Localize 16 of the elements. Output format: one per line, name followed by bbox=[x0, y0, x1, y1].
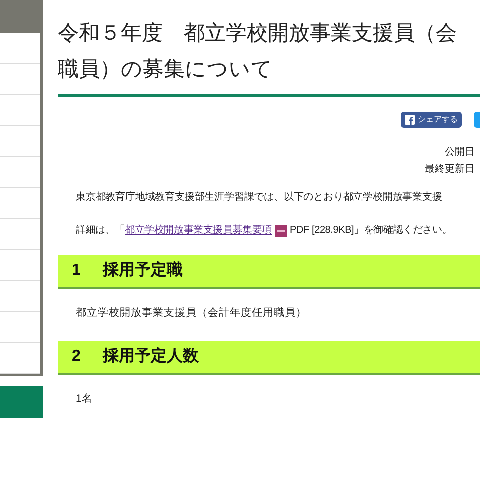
page-title: 令和５年度 都立学校開放事業支援員（会 bbox=[58, 21, 458, 47]
file-size-text: PDF [228.9KB] bbox=[290, 224, 354, 238]
intro-text: 東京都教育庁地域教育支援部生涯学習課では、以下のとおり都立学校開放事業支援 bbox=[75, 191, 444, 205]
section-number: 1 bbox=[72, 261, 81, 281]
section-body: 1名 bbox=[75, 392, 94, 406]
section-number: 2 bbox=[72, 347, 81, 367]
date-label: 最終更新日 bbox=[425, 162, 475, 177]
section-body: 都立学校開放事業支援員（会計年度任用職員） bbox=[75, 306, 308, 320]
page-title: 職員）の募集について bbox=[58, 57, 274, 83]
details-text: 詳細は、「 bbox=[76, 224, 126, 238]
share-button[interactable]: シェアする bbox=[401, 112, 462, 128]
section-title: 採用予定職 bbox=[102, 260, 183, 281]
section-title: 採用予定人数 bbox=[102, 346, 199, 367]
details-text: 」を御確認ください。 bbox=[354, 224, 452, 238]
date-label: 公開日 bbox=[445, 146, 475, 160]
guideline-link[interactable]: 都立学校開放事業支援員募集要項 bbox=[125, 224, 272, 238]
